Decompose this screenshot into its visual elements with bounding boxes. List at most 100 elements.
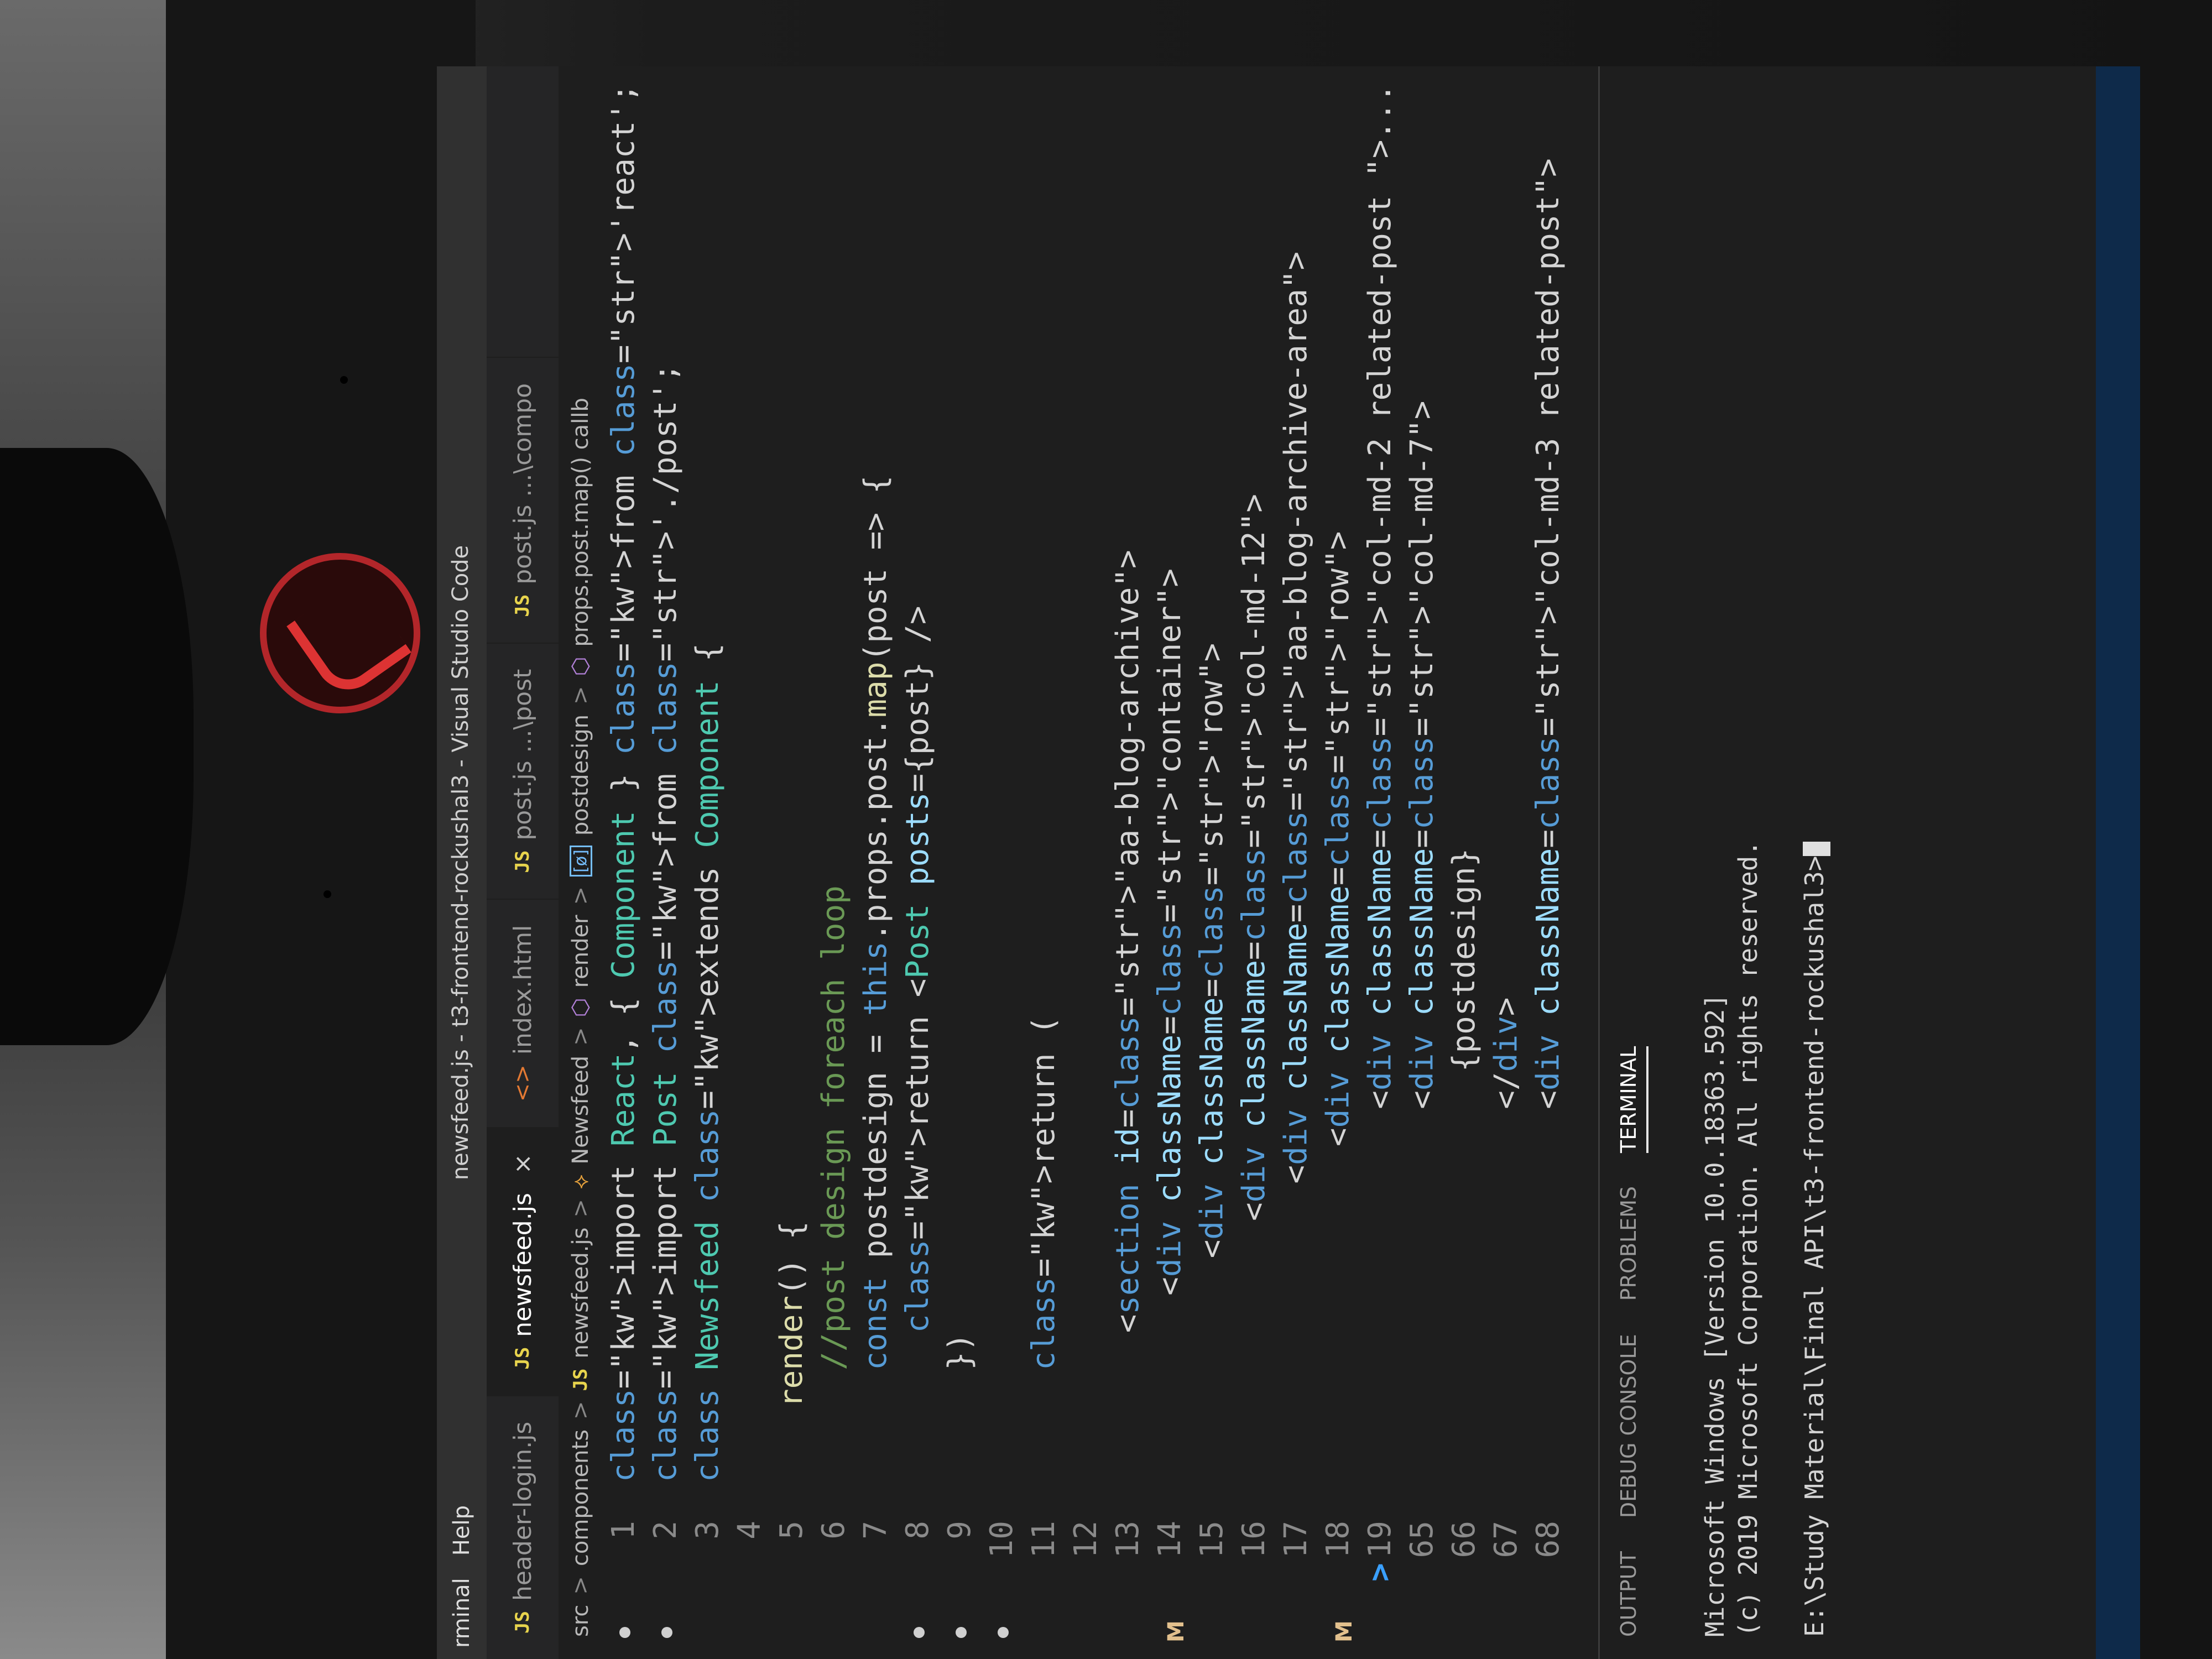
class-icon: ⟡ bbox=[568, 1174, 593, 1190]
breakpoint-dot[interactable] bbox=[998, 1627, 1009, 1638]
chevron-right-icon: > bbox=[568, 686, 593, 705]
code-line[interactable]: 9 }) bbox=[939, 84, 981, 1582]
code-line[interactable]: 13 <section id=class="str">"aa-blog-arch… bbox=[1107, 84, 1149, 1582]
breadcrumb-item[interactable]: components bbox=[568, 1430, 593, 1566]
code-line[interactable]: 15 <div className=class="str">"row"> bbox=[1191, 84, 1233, 1582]
line-number: 15 bbox=[1194, 1521, 1230, 1558]
code-line[interactable]: 7 const postdesign = this.props.post.map… bbox=[855, 84, 897, 1582]
js-file-icon: JS bbox=[512, 1611, 534, 1634]
tab-label: post.js ...\post bbox=[508, 669, 537, 841]
breadcrumb-item[interactable]: src bbox=[568, 1605, 593, 1637]
line-number: 65 bbox=[1404, 1521, 1440, 1558]
breadcrumb-item[interactable]: props.post.map() callb bbox=[568, 398, 593, 646]
line-number: 9 bbox=[942, 1521, 978, 1540]
tab-output[interactable]: OUTPUT bbox=[1616, 1551, 1648, 1637]
code-text: class Newsfeed class="kw">extends Compon… bbox=[690, 643, 726, 1482]
tab-problems[interactable]: PROBLEMS bbox=[1616, 1186, 1648, 1301]
code-line[interactable]: 6 //post design foreach loop bbox=[813, 84, 855, 1582]
breakpoint-dot[interactable] bbox=[619, 1627, 630, 1638]
tab-terminal[interactable]: TERMINAL bbox=[1616, 1046, 1648, 1153]
tab-label: index.html bbox=[508, 925, 537, 1055]
breakpoint-dot[interactable] bbox=[956, 1627, 967, 1638]
code-line[interactable]: 65 <div className=class="str">"col-md-7"… bbox=[1401, 84, 1443, 1582]
line-number: 4 bbox=[732, 1521, 768, 1540]
code-text: render() { bbox=[774, 1220, 810, 1408]
breadcrumb-item[interactable]: render bbox=[568, 915, 593, 988]
camera-sensor-dot bbox=[340, 376, 348, 384]
code-line[interactable]: 11 class="kw">return ( bbox=[1023, 84, 1065, 1582]
code-text: <div className=class="str">"row"> bbox=[1320, 531, 1356, 1482]
code-editor[interactable]: M M 1 class="kw">import React, { Componen… bbox=[603, 66, 1598, 1659]
code-text: <section id=class="str">"aa-blog-archive… bbox=[1110, 550, 1146, 1482]
code-text: //post design foreach loop bbox=[816, 885, 852, 1482]
code-line[interactable]: 19 > <div className=class="str">"col-md-2… bbox=[1359, 84, 1401, 1582]
line-number: 17 bbox=[1278, 1521, 1314, 1558]
tab-label: header-login.js bbox=[508, 1421, 537, 1601]
code-text: class="kw">return ( bbox=[1026, 1016, 1062, 1370]
code-line[interactable]: 12 bbox=[1065, 84, 1107, 1582]
git-modified-indicator: M bbox=[1332, 1620, 1357, 1642]
title-bar: rminal Help newsfeed.js - t3-frontend-ro… bbox=[437, 66, 487, 1659]
line-number: 10 bbox=[984, 1521, 1020, 1558]
code-line[interactable]: 8 class="kw">return <Post posts={post} /… bbox=[897, 84, 939, 1582]
code-text: class="kw">import Post class="kw">from c… bbox=[648, 363, 684, 1482]
line-number: 6 bbox=[816, 1521, 852, 1540]
tab-header-login[interactable]: JS header-login.js bbox=[487, 1395, 559, 1659]
code-line[interactable]: 4 bbox=[729, 84, 771, 1582]
code-line[interactable]: 10 bbox=[981, 84, 1023, 1582]
code-line[interactable]: 14 <div className=class="str">"container… bbox=[1149, 84, 1191, 1582]
code-text: <div className=class="str">"container"> bbox=[1152, 568, 1188, 1482]
js-file-icon: JS bbox=[512, 594, 534, 617]
variable-icon: [ø] bbox=[569, 846, 592, 877]
code-line[interactable]: 5 render() { bbox=[771, 84, 813, 1582]
breakpoint-dot[interactable] bbox=[914, 1627, 925, 1638]
terminal-line: (c) 2019 Microsoft Corporation. All righ… bbox=[1733, 840, 1763, 1637]
tab-post-js-components[interactable]: JS post.js ...\compo bbox=[487, 356, 559, 643]
code-line[interactable]: 17 <div className=class="str">"aa-blog-a… bbox=[1275, 84, 1317, 1582]
chevron-right-icon[interactable]: > bbox=[1359, 1563, 1401, 1582]
code-line[interactable]: 3 class Newsfeed class="kw">extends Compo… bbox=[687, 84, 729, 1582]
tab-index-html[interactable]: <> index.html bbox=[487, 898, 559, 1128]
code-line[interactable]: 68 <div className=class="str">"col-md-3 … bbox=[1527, 84, 1569, 1582]
bottom-panel: OUTPUT DEBUG CONSOLE PROBLEMS TERMINAL M… bbox=[1598, 66, 2098, 1659]
panel-tabs: OUTPUT DEBUG CONSOLE PROBLEMS TERMINAL bbox=[1600, 66, 1648, 1659]
chevron-right-icon: > bbox=[568, 886, 593, 905]
line-number: 1 bbox=[606, 1521, 641, 1540]
breakpoint-dot[interactable] bbox=[661, 1627, 672, 1638]
tab-label: newsfeed.js bbox=[508, 1193, 537, 1337]
tab-debug-console[interactable]: DEBUG CONSOLE bbox=[1616, 1334, 1648, 1518]
breadcrumb-item[interactable]: newsfeed.js bbox=[568, 1228, 593, 1359]
tab-newsfeed[interactable]: JS newsfeed.js × bbox=[487, 1127, 559, 1395]
rog-logo-icon bbox=[260, 553, 420, 713]
window-title: newsfeed.js - t3-frontend-rockushal3 - V… bbox=[448, 545, 473, 1181]
tab-post-js[interactable]: JS post.js ...\post bbox=[487, 642, 559, 899]
monitor-bezel bbox=[166, 0, 476, 1659]
code-line[interactable]: 66 {postdesign} bbox=[1443, 84, 1485, 1582]
breadcrumb-item[interactable]: postdesign bbox=[568, 714, 593, 836]
close-icon[interactable]: × bbox=[509, 1154, 537, 1174]
js-file-icon: JS bbox=[512, 1347, 534, 1370]
line-number: 2 bbox=[648, 1521, 684, 1540]
breadcrumb-item[interactable]: Newsfeed bbox=[568, 1056, 593, 1165]
code-line[interactable]: 2 class="kw">import Post class="kw">from … bbox=[645, 84, 687, 1582]
code-line[interactable]: 18 <div className=class="str">"row"> bbox=[1317, 84, 1359, 1582]
code-text: <div className=class="str">"col-md-7"> bbox=[1404, 400, 1440, 1482]
js-file-icon: JS bbox=[512, 850, 534, 873]
code-text: class="kw">import React, { Component } c… bbox=[606, 84, 641, 1482]
terminal-prompt[interactable]: E:\Study Material\Final API\t3-frontend-… bbox=[1798, 88, 1831, 1637]
code-text: <div className=class="str">"col-md-12"> bbox=[1236, 494, 1272, 1482]
code-line[interactable]: 67 </div> bbox=[1485, 84, 1527, 1582]
method-icon: ⬡ bbox=[568, 656, 593, 676]
line-number: 11 bbox=[1026, 1521, 1062, 1558]
line-number: 67 bbox=[1488, 1521, 1524, 1558]
line-number: 14 bbox=[1152, 1521, 1188, 1558]
code-text: <div className=class="str">"aa-blog-arch… bbox=[1278, 251, 1314, 1482]
method-icon: ⬡ bbox=[568, 998, 593, 1018]
code-text: }) bbox=[942, 1333, 978, 1482]
code-line[interactable]: 1 class="kw">import React, { Component } … bbox=[603, 84, 645, 1582]
person-silhouette bbox=[0, 448, 194, 1045]
line-number: 18 bbox=[1320, 1521, 1356, 1558]
code-line[interactable]: 16 <div className=class="str">"col-md-12… bbox=[1233, 84, 1275, 1582]
terminal[interactable]: Microsoft Windows [Version 10.0.18363.59… bbox=[1648, 66, 1831, 1659]
editor-tabs: JS header-login.js JS newsfeed.js × <> i… bbox=[487, 66, 559, 1659]
